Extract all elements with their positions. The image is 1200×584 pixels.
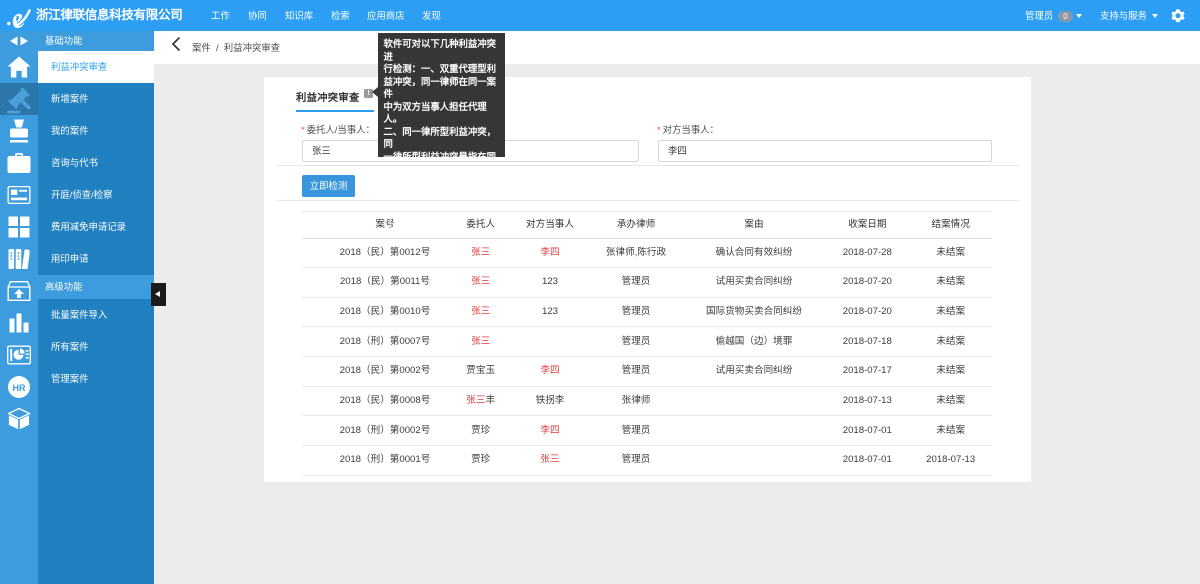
svg-text:HR: HR xyxy=(13,383,26,393)
